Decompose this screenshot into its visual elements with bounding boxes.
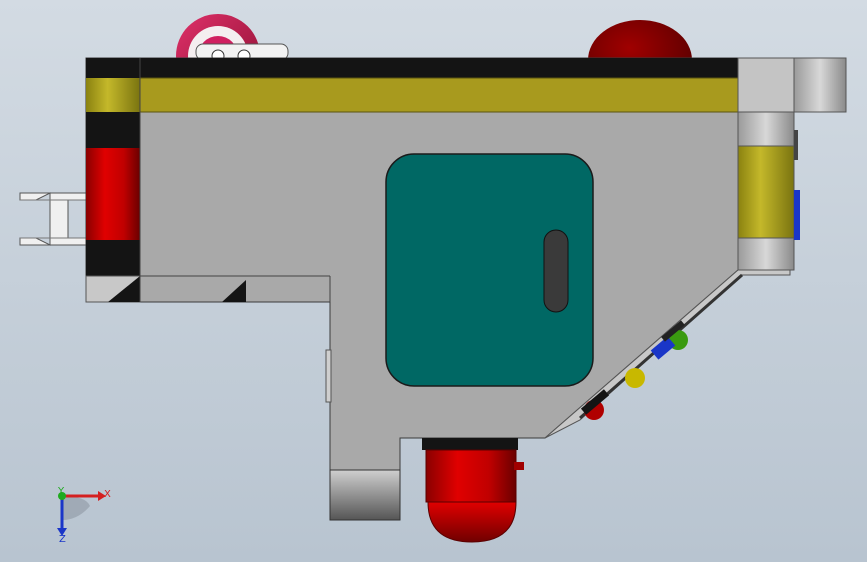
model-view[interactable]: X Y Z xyxy=(0,0,867,562)
coordinate-triad: X Y Z xyxy=(57,486,111,545)
side-tab xyxy=(325,349,332,403)
y-axis-label: Y xyxy=(57,486,65,497)
cad-viewport[interactable]: X Y Z xyxy=(0,0,867,562)
yellow-band xyxy=(139,77,739,113)
left-bracket xyxy=(19,192,87,246)
panel-handle-slot[interactable] xyxy=(543,229,569,313)
right-block xyxy=(737,57,847,271)
x-axis-label: X xyxy=(104,489,111,500)
bottom-foot xyxy=(329,469,401,521)
z-axis-label: Z xyxy=(59,534,66,545)
bottom-red-cylinder xyxy=(422,438,524,543)
top-strip xyxy=(86,58,738,78)
